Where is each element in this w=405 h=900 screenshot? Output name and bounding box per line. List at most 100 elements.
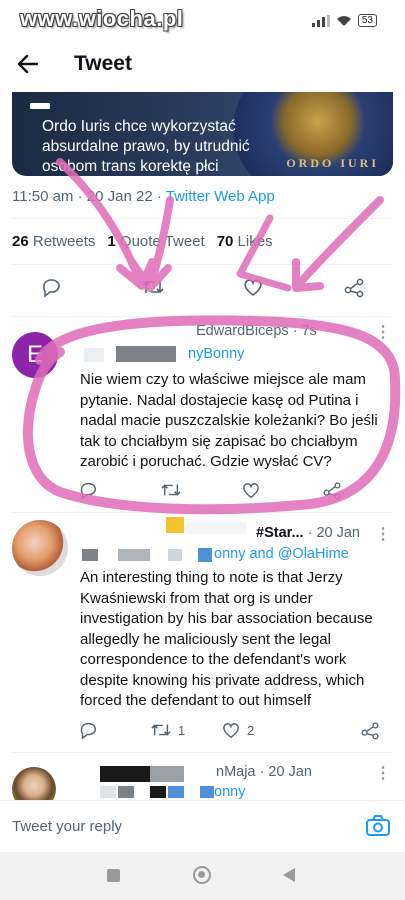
replying-to: onny and @OlaHime [214, 546, 349, 562]
battery-indicator: 53 [357, 14, 377, 27]
retweet-button[interactable] [141, 276, 165, 298]
page-title: Tweet [74, 52, 132, 75]
share-button[interactable] [343, 276, 365, 298]
likes-stat[interactable]: 70 Likes [217, 233, 273, 250]
author-handle: EdwardBiceps [196, 323, 289, 339]
retweet-icon [151, 724, 171, 736]
home-button[interactable] [193, 866, 211, 884]
annotation-arrow-right [292, 196, 384, 292]
card-source-badge [30, 103, 50, 109]
redaction-block [150, 766, 184, 782]
annotation-arrow-left [56, 158, 156, 290]
redaction-block [118, 786, 134, 798]
retweet-button[interactable]: 1 [150, 720, 185, 740]
redaction-block [84, 348, 104, 362]
reply-mention[interactable]: nyBonny [188, 346, 244, 362]
camera-icon[interactable] [365, 814, 391, 838]
likes-label: Likes [237, 233, 273, 250]
reply-author[interactable]: EdwardBiceps · 7s [196, 323, 317, 339]
divider [12, 218, 393, 219]
reply-button[interactable] [78, 720, 98, 740]
reply-icon [43, 279, 60, 298]
share-icon [361, 722, 379, 740]
reply-time: · 20 Jan [259, 764, 312, 780]
status-bar: www.wiocha.pl 53 [0, 0, 405, 40]
divider [12, 512, 393, 513]
reply-actions [0, 480, 405, 510]
system-back-button[interactable] [283, 868, 295, 882]
share-button[interactable] [322, 480, 342, 500]
redaction-block [150, 786, 166, 798]
system-nav-bar [0, 852, 405, 900]
recent-apps-button[interactable] [107, 869, 120, 882]
reply-author[interactable]: nMaja · 20 Jan [216, 764, 312, 780]
redaction-block [168, 549, 182, 561]
redaction-block [186, 522, 246, 534]
redaction-block [100, 766, 150, 782]
avatar[interactable] [12, 520, 68, 576]
more-options-icon[interactable]: ⋮ [375, 763, 391, 783]
redaction-block [168, 786, 184, 798]
redaction-block [200, 786, 214, 798]
reply-time: · 7s [292, 323, 317, 339]
retweet-button[interactable] [160, 480, 182, 500]
tweet-time: 11:50 am [12, 188, 74, 205]
reply-icon [80, 482, 96, 500]
replying-to: onny [214, 784, 245, 800]
retweets-label: Retweets [32, 233, 96, 250]
likes-count: 70 [216, 233, 234, 250]
replying-to: nyBonny [188, 346, 244, 362]
like-button[interactable]: 2 [221, 720, 254, 740]
reply-button[interactable] [40, 276, 62, 298]
quotes-label: Quote Tweet [119, 233, 205, 250]
divider [12, 316, 393, 317]
back-button[interactable] [0, 40, 56, 88]
like-button[interactable] [242, 276, 264, 298]
tweet-meta: 11:50 am · 20 Jan 22 · Twitter Web App [12, 188, 275, 205]
reply-body: An interesting thing to note is that Jer… [80, 569, 373, 709]
divider [12, 264, 393, 265]
signal-icon [311, 14, 330, 27]
back-arrow-icon [17, 54, 39, 74]
reply-author[interactable]: #Star... · 20 Jan [256, 525, 360, 541]
author-name: #Star... [256, 525, 304, 541]
tweet-stats: 26 Retweets 1 Quote Tweet 70 Likes [12, 233, 273, 250]
share-icon [323, 482, 341, 500]
seal-lettering: ORDO IURI [286, 156, 379, 170]
quotes-count: 1 [107, 233, 116, 250]
share-button[interactable] [360, 720, 380, 740]
reply-mention[interactable]: onny [214, 784, 245, 800]
share-icon [344, 278, 364, 298]
like-button[interactable] [241, 480, 261, 500]
retweet-count: 1 [178, 722, 186, 738]
app-bar: Tweet [0, 40, 405, 88]
tweet-date: 20 Jan 22 [86, 188, 153, 205]
retweets-stat[interactable]: 26 Retweets [12, 233, 95, 250]
link-card-headline[interactable]: Ordo Iuris chce wykorzystać absurdalne p… [42, 117, 292, 177]
reply-button[interactable] [78, 480, 98, 500]
reply-composer[interactable]: Tweet your reply [0, 800, 405, 852]
reply-body: Nie wiem czy to właściwe miejsce ale mam… [80, 371, 378, 470]
watermark: www.wiocha.pl [20, 6, 184, 31]
more-options-icon[interactable]: ⋮ [375, 322, 391, 342]
redaction-block [100, 786, 116, 798]
retweet-icon [161, 484, 181, 496]
reply-mention[interactable]: onny and @OlaHime [214, 546, 349, 562]
tweet-source-link[interactable]: Twitter Web App [166, 188, 275, 205]
reply-time: · 20 Jan [307, 525, 360, 541]
main-tweet-actions [0, 276, 405, 306]
avatar[interactable]: E [12, 332, 58, 378]
redaction-block [82, 549, 98, 561]
reply-icon [80, 722, 96, 740]
redaction-block [166, 517, 184, 533]
reply-actions: 1 2 [0, 720, 405, 750]
heart-icon [244, 279, 262, 297]
heart-icon [223, 723, 239, 739]
heart-icon [243, 483, 259, 499]
status-icons: 53 [311, 14, 377, 27]
redaction-block [116, 346, 176, 362]
reply-input-placeholder[interactable]: Tweet your reply [12, 818, 122, 835]
more-options-icon[interactable]: ⋮ [375, 524, 391, 544]
like-count: 2 [247, 722, 255, 738]
quotes-stat[interactable]: 1 Quote Tweet [107, 233, 204, 250]
